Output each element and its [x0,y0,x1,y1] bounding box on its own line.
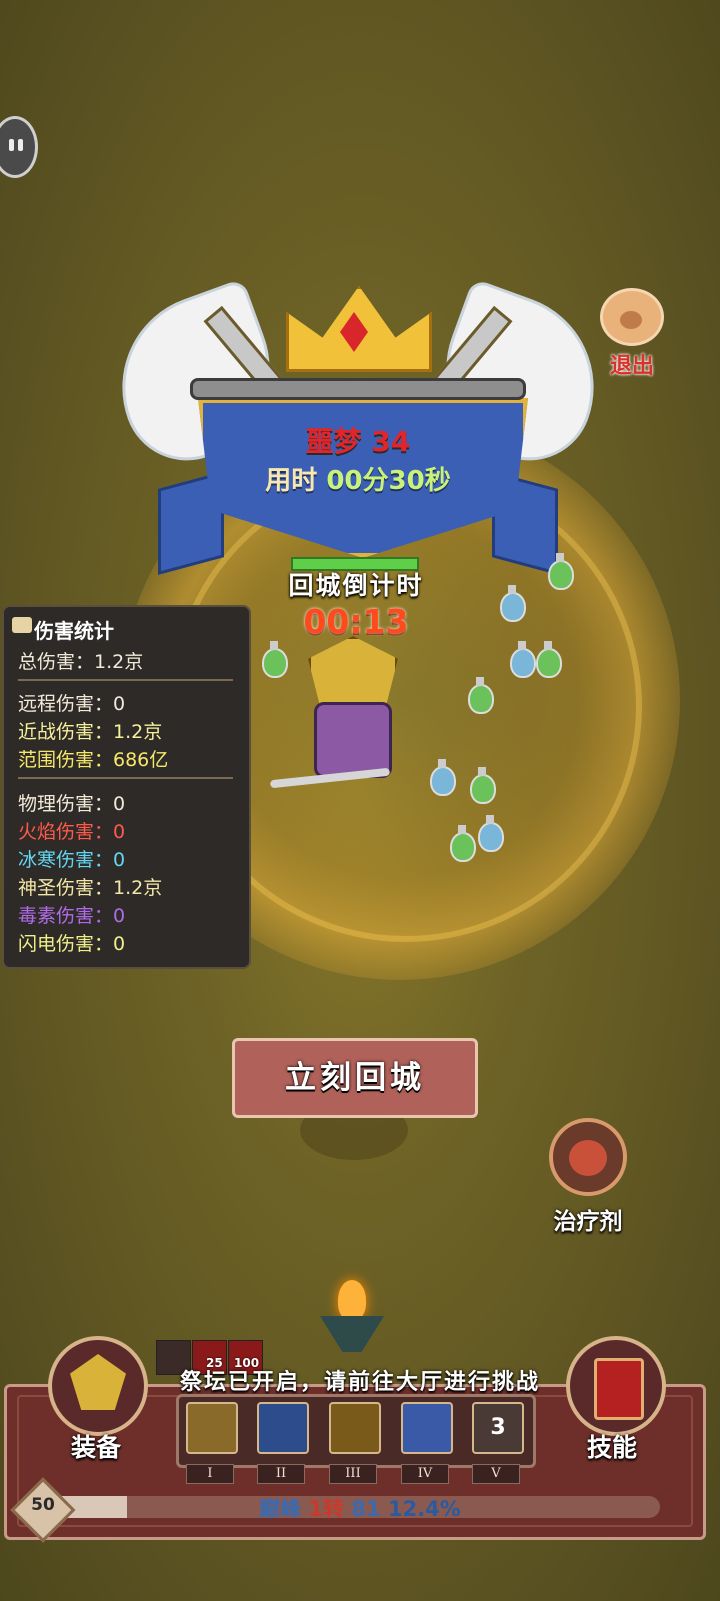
heal-potion-label: 治疗剂 [553,1209,623,1235]
holy-damage: 神圣伤害：1.2京 [18,877,163,899]
equipment-button[interactable] [48,1336,148,1436]
potion-icon [549,1118,627,1196]
brazier-base [320,1316,384,1352]
exit-label: 退出 [609,354,654,379]
hero-character [269,636,420,796]
countdown-label: 回城倒计时 [288,571,424,600]
potion-icon [500,585,526,622]
slot-label-5: V [472,1464,520,1484]
fire-damage: 火焰伤害：0 [18,821,126,843]
time-used: 用时 00分30秒 [198,460,518,497]
skills-label: 技能 [586,1433,637,1462]
paw-icon [600,288,664,346]
difficulty-title: 噩梦 34 [305,425,411,458]
slot-label-3: III [329,1464,377,1484]
skills-button[interactable] [566,1336,666,1436]
potion-icon [548,553,574,590]
wind-skill-icon[interactable] [401,1402,453,1454]
altar-notice: 祭坛已开启，请前往大厅进行挑战 [179,1370,540,1395]
physical-damage: 物理伤害：0 [18,793,126,815]
slot-label-4: IV [401,1464,449,1484]
lightning-skill-icon[interactable] [257,1402,309,1454]
hood-skill-icon[interactable]: 3 [472,1402,524,1454]
ice-damage: 冰寒伤害：0 [18,849,126,871]
stage-emblem: 噩梦 34 用时 00分30秒 [96,278,620,575]
divider [18,679,233,681]
turn-label: 1转 [308,1497,345,1521]
slot-label-2: II [257,1464,305,1484]
flame-icon [338,1280,366,1320]
slot-label-1: I [186,1464,234,1484]
lightning-damage: 闪电伤害：0 [18,933,126,955]
level-number: 50 [31,1495,55,1515]
hero-body [314,702,392,778]
brazier-icon [316,1280,388,1360]
scroll-icon [12,617,32,633]
total-damage: 总伤害：1.2京 [18,651,144,673]
damage-stats-title: 伤害统计 [34,619,114,643]
experience-percent: 12.4% [387,1497,461,1521]
ranged-damage: 远程伤害：0 [18,693,126,715]
divider [18,777,233,779]
potion-icon [510,641,536,678]
peak-level: 81 [351,1497,381,1521]
potion-icon [470,767,496,804]
potion-icon [262,641,288,678]
potion-icon [536,641,562,678]
emblem-bar [190,378,526,400]
area-damage: 范围伤害：686亿 [18,749,169,771]
heal-potion-button[interactable]: 治疗剂 [538,1118,638,1236]
potion-icon [468,677,494,714]
peak-label: 巅峰 [259,1497,302,1521]
hero-helmet [308,636,398,712]
experience-text: 巅峰 1转 81 12.4% [200,1493,520,1523]
time-used-value: 00分30秒 [326,466,451,496]
potion-icon [478,815,504,852]
equipment-label: 装备 [70,1433,121,1462]
potion-icon [450,825,476,862]
poison-damage: 毒素伤害：0 [18,905,126,927]
melee-damage: 近战伤害：1.2京 [18,721,163,743]
exit-button[interactable]: 退出 [598,288,666,380]
bell-skill-icon[interactable] [329,1402,381,1454]
shield-skill-icon[interactable] [186,1402,238,1454]
potion-icon [430,759,456,796]
time-used-prefix: 用时 [265,466,318,496]
return-to-town-button[interactable]: 立刻回城 [232,1038,478,1118]
damage-stats-panel: 伤害统计 总伤害：1.2京 远程伤害：0 近战伤害：1.2京 范围伤害：686亿… [2,605,251,969]
